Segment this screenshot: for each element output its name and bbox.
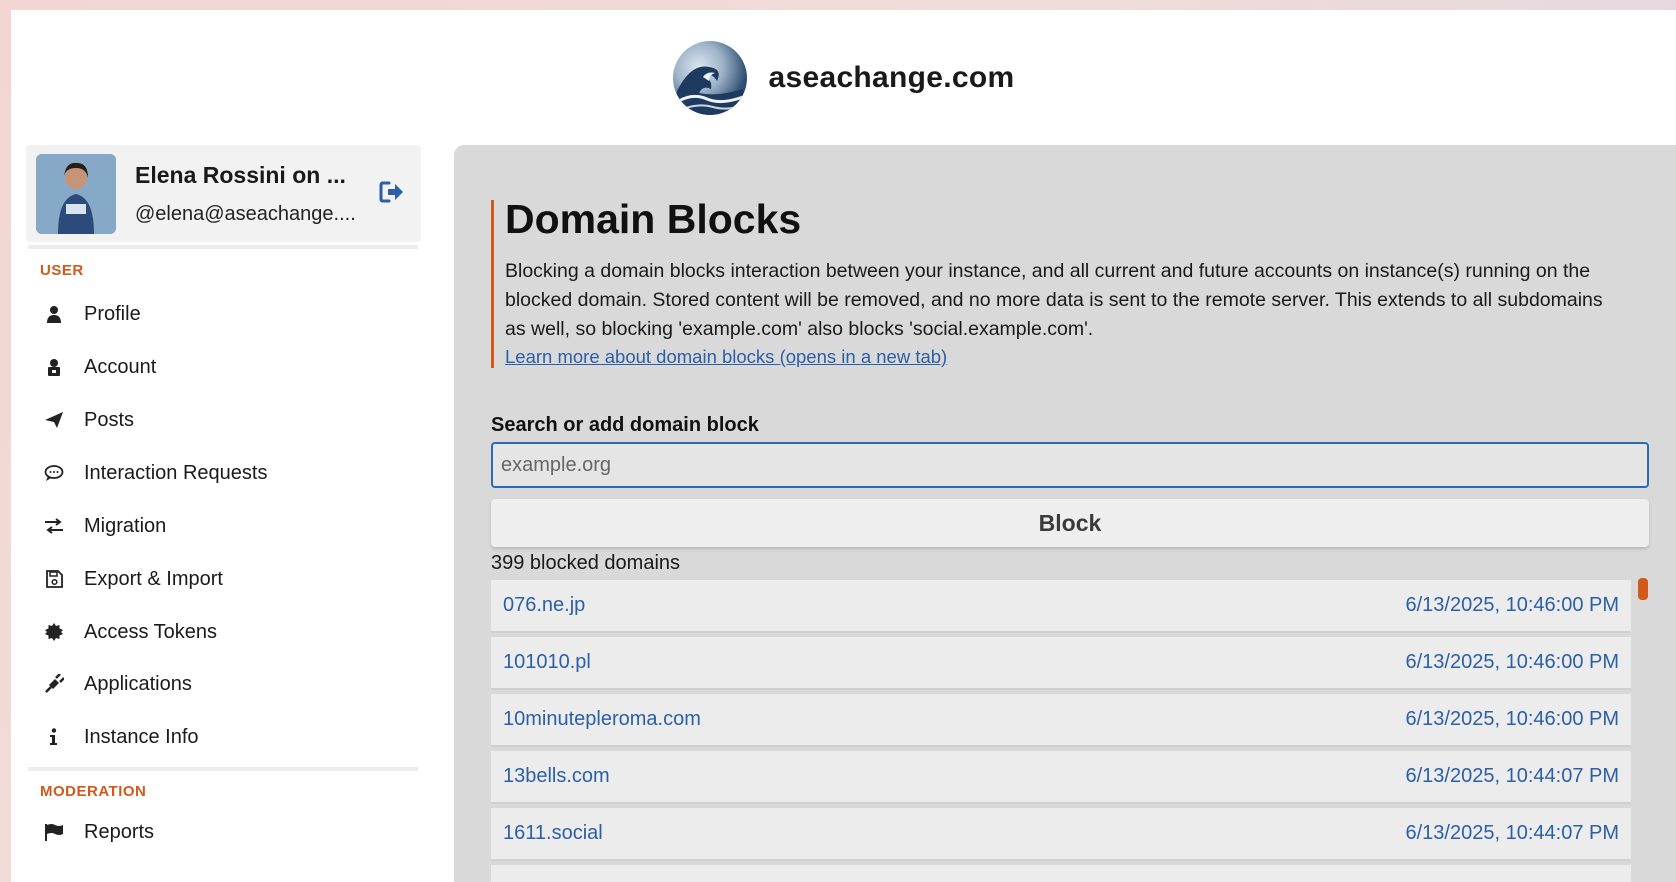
page-description: Blocking a domain blocks interaction bet… xyxy=(505,260,1603,340)
blocked-domain: 13bells.com xyxy=(503,765,610,787)
sidebar-item-posts[interactable]: Posts xyxy=(40,400,410,440)
sidebar-item-label: Posts xyxy=(84,408,135,431)
list-item[interactable]: 1611.social 6/13/2025, 10:44:07 PM xyxy=(491,808,1631,861)
block-date: 6/13/2025, 10:46:00 PM xyxy=(1405,594,1620,616)
sidebar-item-export-import[interactable]: Export & Import xyxy=(40,559,410,599)
certificate-icon xyxy=(42,620,66,644)
list-item[interactable]: 076.ne.jp 6/13/2025, 10:46:00 PM xyxy=(491,580,1631,633)
divider xyxy=(28,767,418,771)
speech-bubble-icon xyxy=(42,461,66,485)
list-item[interactable]: 10minutepleroma.com 6/13/2025, 10:46:00 … xyxy=(491,694,1631,747)
exchange-arrows-icon xyxy=(42,514,66,538)
block-date: 6/13/2025, 10:44:07 PM xyxy=(1405,822,1620,844)
user-info: Elena Rossini on ... @elena@aseachange..… xyxy=(135,162,375,226)
blocked-domain: 101010.pl xyxy=(503,651,591,673)
user-display-name: Elena Rossini on ... xyxy=(135,161,346,188)
info-icon xyxy=(42,725,66,749)
app-window: aseachange.com Elena Rossini on ... @ele… xyxy=(11,10,1676,882)
sidebar-item-label: Access Tokens xyxy=(84,620,218,643)
list-item[interactable]: 13bells.com 6/13/2025, 10:44:07 PM xyxy=(491,751,1631,804)
sidebar-item-reports[interactable]: Reports xyxy=(40,812,410,852)
plug-icon xyxy=(42,672,66,696)
domain-search-input[interactable] xyxy=(491,442,1649,488)
block-date: 6/13/2025, 10:46:00 PM xyxy=(1405,708,1620,730)
avatar[interactable] xyxy=(36,153,116,234)
flag-icon xyxy=(42,820,66,844)
sidebar-item-label: Migration xyxy=(84,514,167,537)
sidebar-item-applications[interactable]: Applications xyxy=(40,664,410,704)
person-icon xyxy=(42,302,66,326)
learn-more-link[interactable]: Learn more about domain blocks (opens in… xyxy=(505,346,947,368)
logout-icon xyxy=(379,180,405,209)
page-title: Domain Blocks xyxy=(505,196,802,242)
sidebar-item-label: Profile xyxy=(84,302,141,325)
sidebar-item-label: Instance Info xyxy=(84,725,199,748)
block-date: 6/13/2025, 10:46:00 PM xyxy=(1405,651,1620,673)
sidebar-item-access-tokens[interactable]: Access Tokens xyxy=(40,612,410,652)
user-handle: @elena@aseachange.... xyxy=(135,202,356,225)
sidebar-item-profile[interactable]: Profile xyxy=(40,294,410,334)
user-card: Elena Rossini on ... @elena@aseachange..… xyxy=(26,145,421,242)
section-label-moderation: MODERATION xyxy=(40,783,147,800)
sidebar: Elena Rossini on ... @elena@aseachange..… xyxy=(26,145,436,882)
domain-block-list: 076.ne.jp 6/13/2025, 10:46:00 PM 101010.… xyxy=(491,580,1631,882)
intro-section: Domain Blocks Blocking a domain blocks i… xyxy=(491,196,1621,368)
site-header: aseachange.com xyxy=(11,10,1676,145)
blocked-domain: 1611.social xyxy=(503,822,603,844)
block-date: 6/13/2025, 10:44:07 PM xyxy=(1405,765,1620,787)
list-item[interactable] xyxy=(491,865,1631,882)
sidebar-item-label: Applications xyxy=(84,672,192,695)
blocked-count: 399 blocked domains xyxy=(491,552,681,574)
divider xyxy=(28,245,418,249)
sidebar-item-account[interactable]: Account xyxy=(40,347,410,387)
sidebar-item-label: Reports xyxy=(84,820,155,843)
user-lock-icon xyxy=(42,355,66,379)
blocked-domain: 076.ne.jp xyxy=(503,594,586,616)
sidebar-item-instance-info[interactable]: Instance Info xyxy=(40,717,410,757)
search-label: Search or add domain block xyxy=(491,414,759,436)
paper-plane-icon xyxy=(42,408,66,432)
site-title[interactable]: aseachange.com xyxy=(769,61,1015,95)
sidebar-item-label: Interaction Requests xyxy=(84,461,268,484)
list-item[interactable]: 101010.pl 6/13/2025, 10:46:00 PM xyxy=(491,637,1631,690)
sidebar-item-interaction-requests[interactable]: Interaction Requests xyxy=(40,453,410,493)
list-scrollbar[interactable] xyxy=(1638,578,1648,600)
floppy-disk-icon xyxy=(42,567,66,591)
blocked-domain: 10minutepleroma.com xyxy=(503,708,701,730)
main-panel: Domain Blocks Blocking a domain blocks i… xyxy=(454,145,1676,882)
sidebar-item-migration[interactable]: Migration xyxy=(40,506,410,546)
block-button[interactable]: Block xyxy=(491,499,1649,547)
great-wave-logo-icon[interactable] xyxy=(672,40,747,115)
logout-button[interactable] xyxy=(377,179,407,209)
section-label-user: USER xyxy=(40,262,84,279)
sidebar-item-label: Export & Import xyxy=(84,567,223,590)
sidebar-item-label: Account xyxy=(84,355,157,378)
